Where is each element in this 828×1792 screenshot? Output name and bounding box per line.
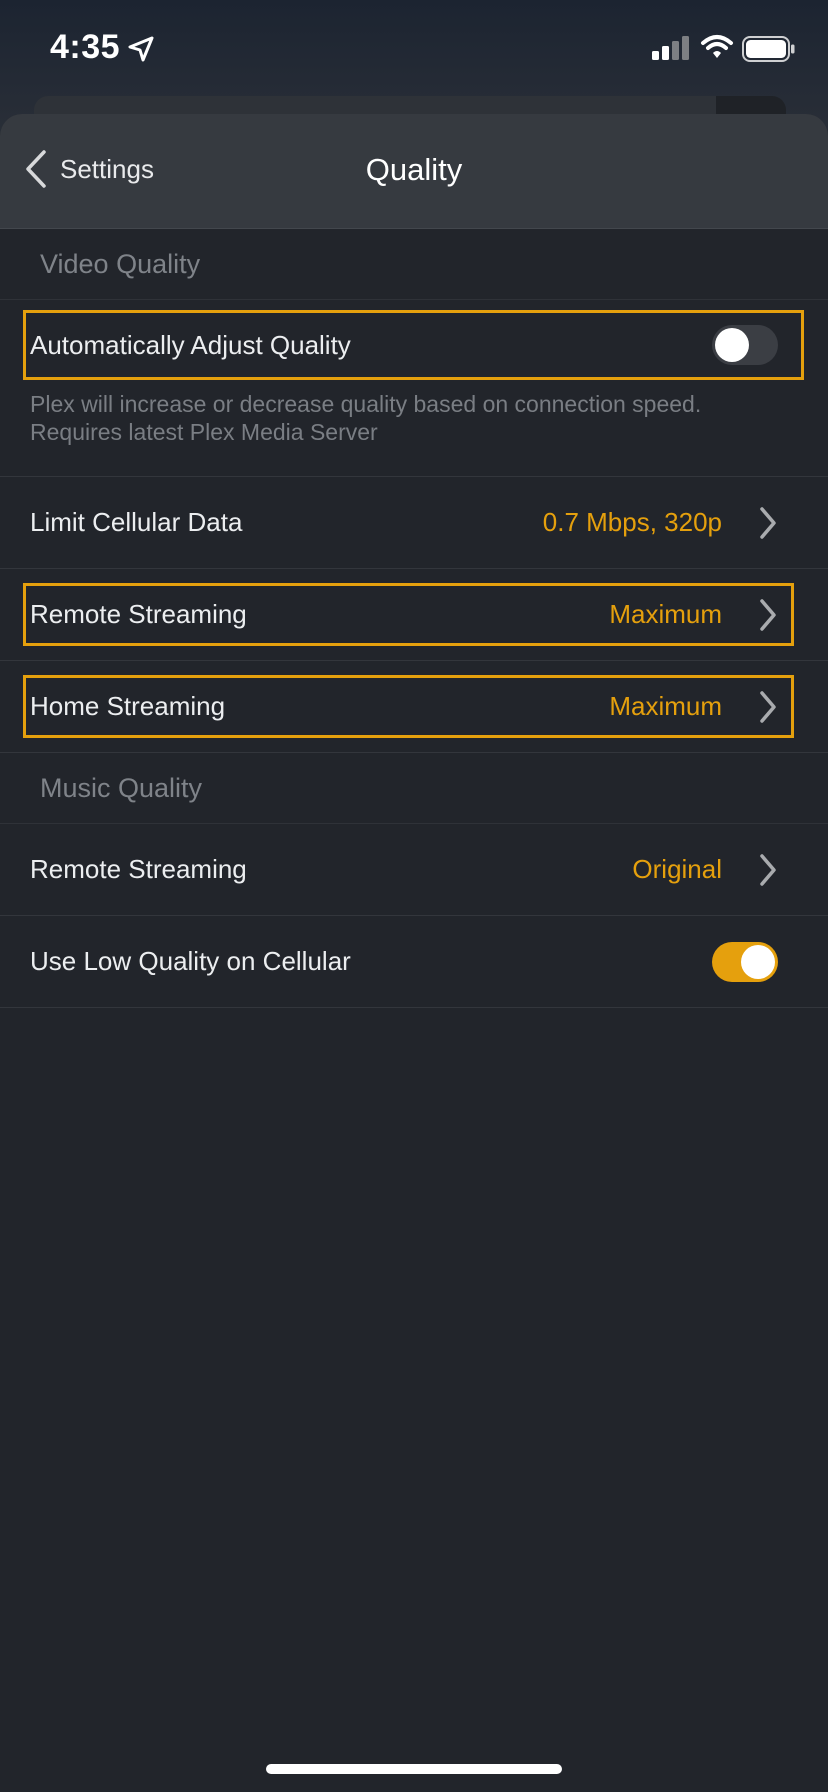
low-quality-cellular-row[interactable]: Use Low Quality on Cellular — [0, 916, 828, 1008]
location-arrow-icon — [128, 36, 154, 67]
home-indicator[interactable] — [266, 1764, 562, 1774]
page-title: Quality — [365, 152, 463, 187]
auto-adjust-quality-label: Automatically Adjust Quality — [30, 329, 351, 360]
home-streaming-value: Maximum — [609, 691, 722, 721]
cellular-signal-icon — [652, 36, 690, 65]
battery-icon — [742, 36, 796, 67]
limit-cellular-data-label: Limit Cellular Data — [30, 507, 243, 537]
video-remote-streaming-row[interactable]: Remote Streaming Maximum — [0, 569, 828, 661]
low-quality-cellular-label: Use Low Quality on Cellular — [30, 946, 351, 976]
low-quality-cellular-toggle[interactable] — [712, 941, 778, 982]
chevron-right-icon — [760, 506, 776, 539]
auto-adjust-quality-toggle[interactable] — [712, 325, 778, 365]
quality-settings-sheet: Settings Quality Video Quality Automatic… — [0, 114, 828, 1792]
auto-adjust-quality-row[interactable]: Automatically Adjust Quality — [0, 300, 828, 390]
home-streaming-label: Home Streaming — [30, 691, 226, 721]
chevron-right-icon — [760, 690, 776, 723]
toggle-knob — [715, 328, 749, 362]
music-remote-streaming-value: Original — [632, 854, 722, 884]
navigation-bar: Settings Quality — [0, 114, 828, 229]
home-streaming-row[interactable]: Home Streaming Maximum — [0, 661, 828, 753]
section-header-music-quality: Music Quality — [0, 753, 828, 824]
music-remote-streaming-label: Remote Streaming — [30, 854, 247, 884]
music-remote-streaming-row[interactable]: Remote Streaming Original — [0, 824, 828, 916]
auto-adjust-quality-description: Plex will increase or decrease quality b… — [30, 391, 702, 445]
wifi-icon — [700, 34, 734, 65]
limit-cellular-data-value: 0.7 Mbps, 320p — [542, 507, 722, 537]
limit-cellular-data-row[interactable]: Limit Cellular Data 0.7 Mbps, 320p — [0, 477, 828, 569]
status-bar: 4:35 — [0, 0, 828, 100]
chevron-right-icon — [760, 598, 776, 631]
status-time: 4:35 — [50, 28, 121, 66]
video-remote-streaming-value: Maximum — [609, 599, 722, 629]
video-remote-streaming-label: Remote Streaming — [30, 599, 247, 629]
chevron-right-icon — [760, 853, 776, 886]
toggle-knob — [741, 944, 775, 979]
section-header-video-quality: Video Quality — [0, 229, 828, 300]
auto-adjust-quality-group: Automatically Adjust Quality Plex will i… — [0, 300, 828, 477]
